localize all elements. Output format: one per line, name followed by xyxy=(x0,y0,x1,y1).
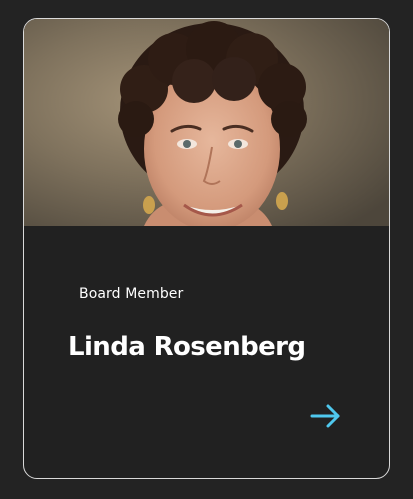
portrait-illustration xyxy=(24,19,389,226)
member-role: Board Member xyxy=(79,286,184,302)
member-name: Linda Rosenberg xyxy=(68,332,306,362)
profile-card[interactable]: Board Member Linda Rosenberg xyxy=(23,18,390,479)
profile-photo xyxy=(24,19,389,226)
arrow-right-icon xyxy=(310,404,340,428)
view-profile-button[interactable] xyxy=(308,398,344,434)
